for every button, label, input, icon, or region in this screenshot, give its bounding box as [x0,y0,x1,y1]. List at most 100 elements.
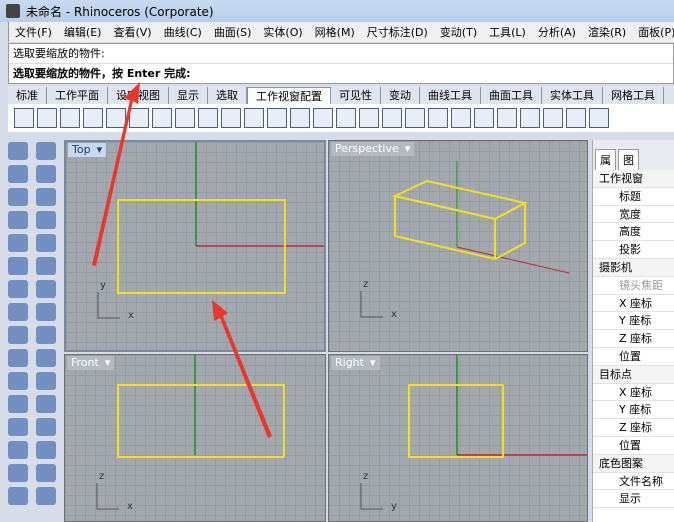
menu-item[interactable]: 文件(F) [9,24,58,40]
viewport-tool-icon[interactable] [267,108,287,128]
viewport-front[interactable]: Front ▾ z x [64,354,326,522]
menu-item[interactable]: 渲染(R) [582,24,632,40]
viewport-label[interactable]: Right ▾ [331,356,380,370]
viewport-tool-icon[interactable] [152,108,172,128]
viewport-perspective[interactable]: Perspective ▾ z x [328,140,588,352]
tool-icon[interactable] [8,188,28,206]
viewport-name[interactable]: Perspective [335,142,399,156]
tool-icon[interactable] [8,441,28,459]
viewport-tool-icon[interactable] [474,108,494,128]
viewport-name[interactable]: Right [335,356,364,370]
viewport-name[interactable]: Top [72,143,91,157]
tool-icon[interactable] [8,464,28,482]
tool-icon[interactable] [8,280,28,298]
viewport-dropdown-icon[interactable]: ▾ [370,356,376,370]
viewport-dropdown-icon[interactable]: ▾ [105,356,111,370]
property-row[interactable]: Z 座标 [593,419,674,437]
property-row[interactable]: Y 座标 [593,312,674,331]
property-row[interactable]: 投影 [593,241,674,259]
tab-8[interactable]: 曲线工具 [420,87,481,104]
viewport-tool-icon[interactable] [589,108,609,128]
tool-icon[interactable] [8,487,28,505]
viewport-tool-icon[interactable] [566,108,586,128]
tab-10[interactable]: 实体工具 [542,87,603,104]
viewport-tool-icon[interactable] [428,108,448,128]
property-row[interactable]: 镜头焦距 [593,277,674,295]
tab-2[interactable]: 设定视图 [108,87,169,104]
command-prompt[interactable]: 选取要缩放的物件，按 Enter 完成: [9,63,673,82]
menu-item[interactable]: 实体(O) [257,24,308,40]
tab-9[interactable]: 曲面工具 [481,87,542,104]
viewport-tool-icon[interactable] [497,108,517,128]
tab-layers[interactable]: 图 [618,149,639,170]
viewport-tool-icon[interactable] [129,108,149,128]
tool-icon[interactable] [36,372,56,390]
menu-item[interactable]: 曲面(S) [208,24,258,40]
property-row[interactable]: 位置 [593,348,674,366]
tool-icon[interactable] [36,211,56,229]
tool-icon[interactable] [8,326,28,344]
tool-icon[interactable] [8,234,28,252]
viewport-name[interactable]: Front [71,356,99,370]
tool-icon[interactable] [36,487,56,505]
tool-icon[interactable] [36,303,56,321]
viewport-tool-icon[interactable] [198,108,218,128]
tool-icon[interactable] [36,188,56,206]
menu-item[interactable]: 尺寸标注(D) [361,24,434,40]
tool-icon[interactable] [8,418,28,436]
viewport-tool-icon[interactable] [451,108,471,128]
viewport-tool-icon[interactable] [336,108,356,128]
viewport-tool-icon[interactable] [37,108,57,128]
viewport-label[interactable]: Top ▾ [68,143,107,157]
tool-icon[interactable] [36,257,56,275]
viewport-tool-icon[interactable] [405,108,425,128]
viewport-top[interactable]: Top ▾ y x [64,140,326,352]
tool-icon[interactable] [36,395,56,413]
tool-icon[interactable] [36,280,56,298]
viewport-tool-icon[interactable] [359,108,379,128]
tab-1[interactable]: 工作平面 [47,87,108,104]
property-row[interactable]: 标题 [593,188,674,206]
tool-icon[interactable] [8,257,28,275]
tab-properties[interactable]: 属 [595,149,616,170]
menu-item[interactable]: 分析(A) [532,24,582,40]
viewport-dropdown-icon[interactable]: ▾ [97,143,103,157]
menu-item[interactable]: 曲线(C) [158,24,208,40]
tab-5[interactable]: 工作视窗配置 [247,87,331,104]
property-row[interactable]: 位置 [593,437,674,455]
viewport-tool-icon[interactable] [14,108,34,128]
tool-icon[interactable] [8,349,28,367]
tab-6[interactable]: 可见性 [331,87,381,104]
tool-icon[interactable] [36,326,56,344]
menu-item[interactable]: 查看(V) [107,24,157,40]
tool-icon[interactable] [36,234,56,252]
tool-icon[interactable] [36,142,56,160]
tool-icon[interactable] [36,464,56,482]
tool-icon[interactable] [8,303,28,321]
tool-icon[interactable] [8,372,28,390]
tool-icon[interactable] [8,211,28,229]
viewport-tool-icon[interactable] [106,108,126,128]
property-row[interactable]: 宽度 [593,206,674,224]
tool-icon[interactable] [36,349,56,367]
menu-item[interactable]: 编辑(E) [58,24,108,40]
tool-icon[interactable] [36,165,56,183]
viewport-tool-icon[interactable] [175,108,195,128]
tab-0[interactable]: 标准 [8,87,47,104]
viewport-tool-icon[interactable] [244,108,264,128]
viewport-right[interactable]: Right ▾ z y [328,354,588,522]
viewport-tool-icon[interactable] [313,108,333,128]
property-row[interactable]: Z 座标 [593,330,674,348]
tool-icon[interactable] [36,418,56,436]
viewport-tool-icon[interactable] [543,108,563,128]
tool-icon[interactable] [8,142,28,160]
viewport-tool-icon[interactable] [221,108,241,128]
viewport-dropdown-icon[interactable]: ▾ [405,142,411,156]
property-row[interactable]: X 座标 [593,384,674,402]
tool-icon[interactable] [36,441,56,459]
tab-4[interactable]: 选取 [208,87,247,104]
menu-item[interactable]: 网格(M) [309,24,361,40]
tab-11[interactable]: 网格工具 [603,87,664,104]
menu-item[interactable]: 面板(P) [632,24,674,40]
property-row[interactable]: 文件名称 [593,473,674,491]
